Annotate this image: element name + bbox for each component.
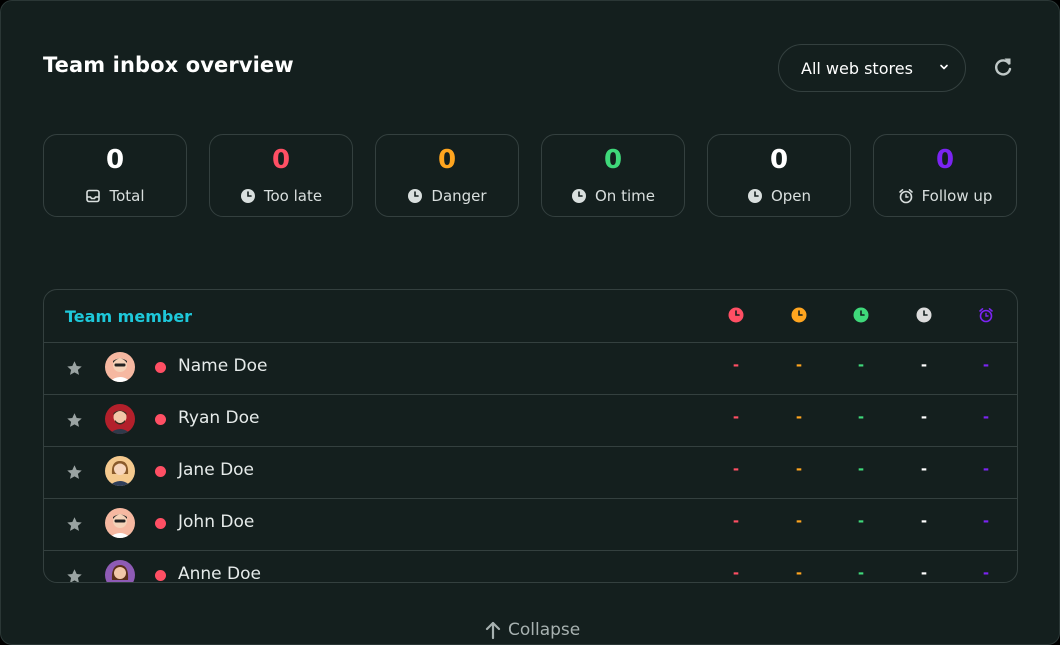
too-late-count: - bbox=[732, 460, 740, 478]
web-store-select[interactable]: All web stores bbox=[778, 44, 966, 92]
star-icon[interactable] bbox=[66, 516, 83, 533]
table-row[interactable]: Anne Doe - - - - - bbox=[44, 550, 1017, 583]
status-dot bbox=[155, 362, 166, 373]
team-table: Team member Name Doe - - - - - Ryan Doe … bbox=[43, 289, 1018, 583]
clock-icon bbox=[240, 189, 255, 203]
stat-card-on-time[interactable]: 0 On time bbox=[541, 134, 685, 217]
table-row[interactable]: Jane Doe - - - - - bbox=[44, 446, 1017, 499]
stat-total-label: Total bbox=[109, 187, 145, 205]
avatar bbox=[105, 352, 135, 382]
status-dot bbox=[155, 414, 166, 425]
open-clock-icon[interactable] bbox=[916, 307, 932, 323]
on-time-count: - bbox=[857, 356, 865, 374]
clock-icon bbox=[408, 189, 423, 203]
too-late-count: - bbox=[732, 512, 740, 530]
table-row[interactable]: Ryan Doe - - - - - bbox=[44, 394, 1017, 447]
table-header: Team member bbox=[44, 290, 1017, 343]
open-count: - bbox=[920, 460, 928, 478]
stat-follow-up-label: Follow up bbox=[921, 187, 993, 205]
stat-follow-up-value: 0 bbox=[935, 145, 955, 175]
alarm-icon bbox=[898, 189, 913, 204]
inbox-icon bbox=[86, 189, 101, 203]
team-inbox-panel: Team inbox overview All web stores 0 Tot… bbox=[0, 0, 1060, 645]
member-name[interactable]: Jane Doe bbox=[178, 460, 254, 480]
danger-count: - bbox=[795, 512, 803, 530]
danger-count: - bbox=[795, 408, 803, 426]
open-count: - bbox=[920, 564, 928, 582]
open-count: - bbox=[920, 408, 928, 426]
star-icon[interactable] bbox=[66, 360, 83, 377]
page-title: Team inbox overview bbox=[43, 53, 294, 77]
member-name[interactable]: Ryan Doe bbox=[178, 408, 260, 428]
follow-up-count: - bbox=[982, 460, 990, 478]
stat-danger-value: 0 bbox=[437, 145, 457, 175]
danger-count: - bbox=[795, 564, 803, 582]
member-name[interactable]: John Doe bbox=[178, 512, 254, 532]
stat-card-too-late[interactable]: 0 Too late bbox=[209, 134, 353, 217]
follow-up-alarm-icon[interactable] bbox=[978, 307, 994, 323]
collapse-label: Collapse bbox=[508, 620, 581, 640]
stat-danger-label: Danger bbox=[431, 187, 487, 205]
avatar bbox=[105, 560, 135, 582]
stat-card-open[interactable]: 0 Open bbox=[707, 134, 851, 217]
avatar bbox=[105, 456, 135, 486]
follow-up-count: - bbox=[982, 512, 990, 530]
open-count: - bbox=[920, 356, 928, 374]
stat-total-value: 0 bbox=[105, 145, 125, 175]
follow-up-count: - bbox=[982, 564, 990, 582]
star-icon[interactable] bbox=[66, 464, 83, 481]
stat-on-time-value: 0 bbox=[603, 145, 623, 175]
member-name[interactable]: Anne Doe bbox=[178, 564, 261, 582]
stat-too-late-value: 0 bbox=[271, 145, 291, 175]
too-late-count: - bbox=[732, 356, 740, 374]
stat-too-late-label: Too late bbox=[263, 187, 323, 205]
star-icon[interactable] bbox=[66, 568, 83, 583]
arrow-up-icon bbox=[485, 621, 501, 640]
avatar bbox=[105, 404, 135, 434]
too-late-count: - bbox=[732, 564, 740, 582]
web-store-select-label: All web stores bbox=[801, 58, 913, 78]
stat-open-value: 0 bbox=[769, 145, 789, 175]
danger-count: - bbox=[795, 356, 803, 374]
stat-on-time-label: On time bbox=[595, 187, 655, 205]
star-icon[interactable] bbox=[66, 412, 83, 429]
collapse-button[interactable]: Collapse bbox=[484, 620, 580, 640]
avatar bbox=[105, 508, 135, 538]
on-time-clock-icon[interactable] bbox=[853, 307, 869, 323]
on-time-count: - bbox=[857, 408, 865, 426]
status-dot bbox=[155, 518, 166, 529]
table-row[interactable]: Name Doe - - - - - bbox=[44, 342, 1017, 395]
table-row[interactable]: John Doe - - - - - bbox=[44, 498, 1017, 551]
team-member-header[interactable]: Team member bbox=[65, 307, 192, 326]
stat-card-follow-up[interactable]: 0 Follow up bbox=[873, 134, 1017, 217]
on-time-count: - bbox=[857, 512, 865, 530]
too-late-count: - bbox=[732, 408, 740, 426]
on-time-count: - bbox=[857, 460, 865, 478]
follow-up-count: - bbox=[982, 356, 990, 374]
stat-card-danger[interactable]: 0 Danger bbox=[375, 134, 519, 217]
too-late-clock-icon[interactable] bbox=[728, 307, 744, 323]
clock-icon bbox=[747, 189, 762, 203]
open-count: - bbox=[920, 512, 928, 530]
on-time-count: - bbox=[857, 564, 865, 582]
stat-open-label: Open bbox=[770, 187, 812, 205]
member-name[interactable]: Name Doe bbox=[178, 356, 268, 376]
status-dot bbox=[155, 570, 166, 581]
stat-card-total[interactable]: 0 Total bbox=[43, 134, 187, 217]
follow-up-count: - bbox=[982, 408, 990, 426]
danger-clock-icon[interactable] bbox=[791, 307, 807, 323]
danger-count: - bbox=[795, 460, 803, 478]
chevron-down-icon bbox=[940, 64, 948, 70]
refresh-icon[interactable] bbox=[991, 55, 1015, 79]
status-dot bbox=[155, 466, 166, 477]
clock-icon bbox=[572, 189, 586, 203]
